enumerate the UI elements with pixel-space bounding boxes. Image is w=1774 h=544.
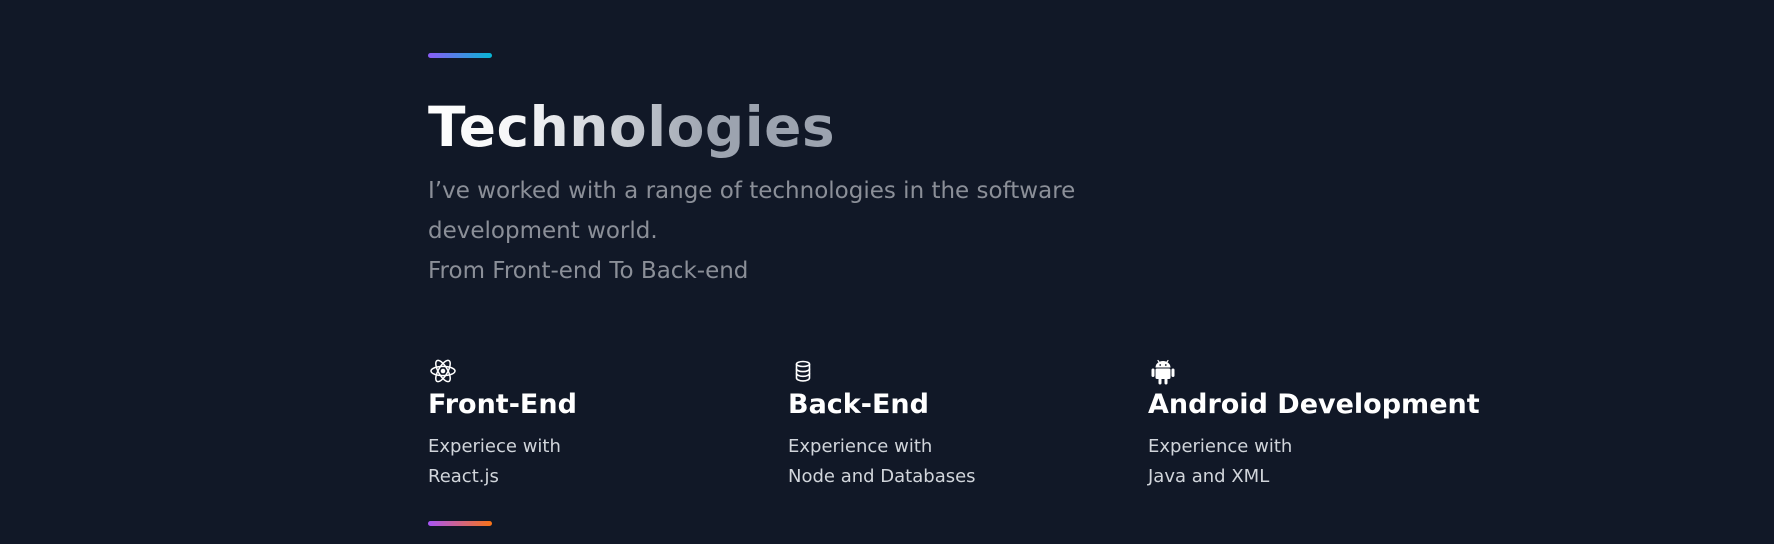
tech-card-back-end: Back-End Experience with Node and Databa… bbox=[788, 356, 1148, 487]
technologies-section: Technologies I’ve worked with a range of… bbox=[428, 0, 1480, 544]
card-description-line: Experience with bbox=[788, 436, 933, 457]
card-title: Front-End bbox=[428, 389, 577, 420]
tech-card-front-end: Front-End Experiece with React.js bbox=[428, 356, 788, 487]
android-icon bbox=[1151, 359, 1175, 385]
accent-divider-top bbox=[428, 53, 492, 58]
react-icon bbox=[430, 359, 456, 383]
card-description-line: Experiece with bbox=[428, 436, 561, 457]
card-description: Experience with Node and Databases bbox=[788, 432, 976, 492]
section-title: Technologies bbox=[428, 92, 835, 162]
subtitle-line: I’ve worked with a range of technologies… bbox=[428, 178, 1076, 204]
card-description-line: Node and Databases bbox=[788, 466, 976, 487]
card-description-line: Experience with bbox=[1148, 436, 1293, 457]
card-description: Experiece with React.js bbox=[428, 432, 561, 492]
accent-divider-bottom bbox=[428, 521, 492, 526]
card-title: Back-End bbox=[788, 389, 929, 420]
card-description-line: Java and XML bbox=[1148, 466, 1270, 487]
card-description: Experience with Java and XML bbox=[1148, 432, 1292, 492]
database-icon bbox=[795, 360, 811, 382]
tech-card-android: Android Development Experience with Java… bbox=[1148, 356, 1508, 487]
subtitle-line: From Front-end To Back-end bbox=[428, 258, 749, 284]
card-title: Android Development bbox=[1148, 389, 1480, 420]
subtitle-line: development world. bbox=[428, 218, 658, 244]
card-description-line: React.js bbox=[428, 466, 499, 487]
section-subtitle: I’ve worked with a range of technologies… bbox=[428, 171, 1128, 291]
